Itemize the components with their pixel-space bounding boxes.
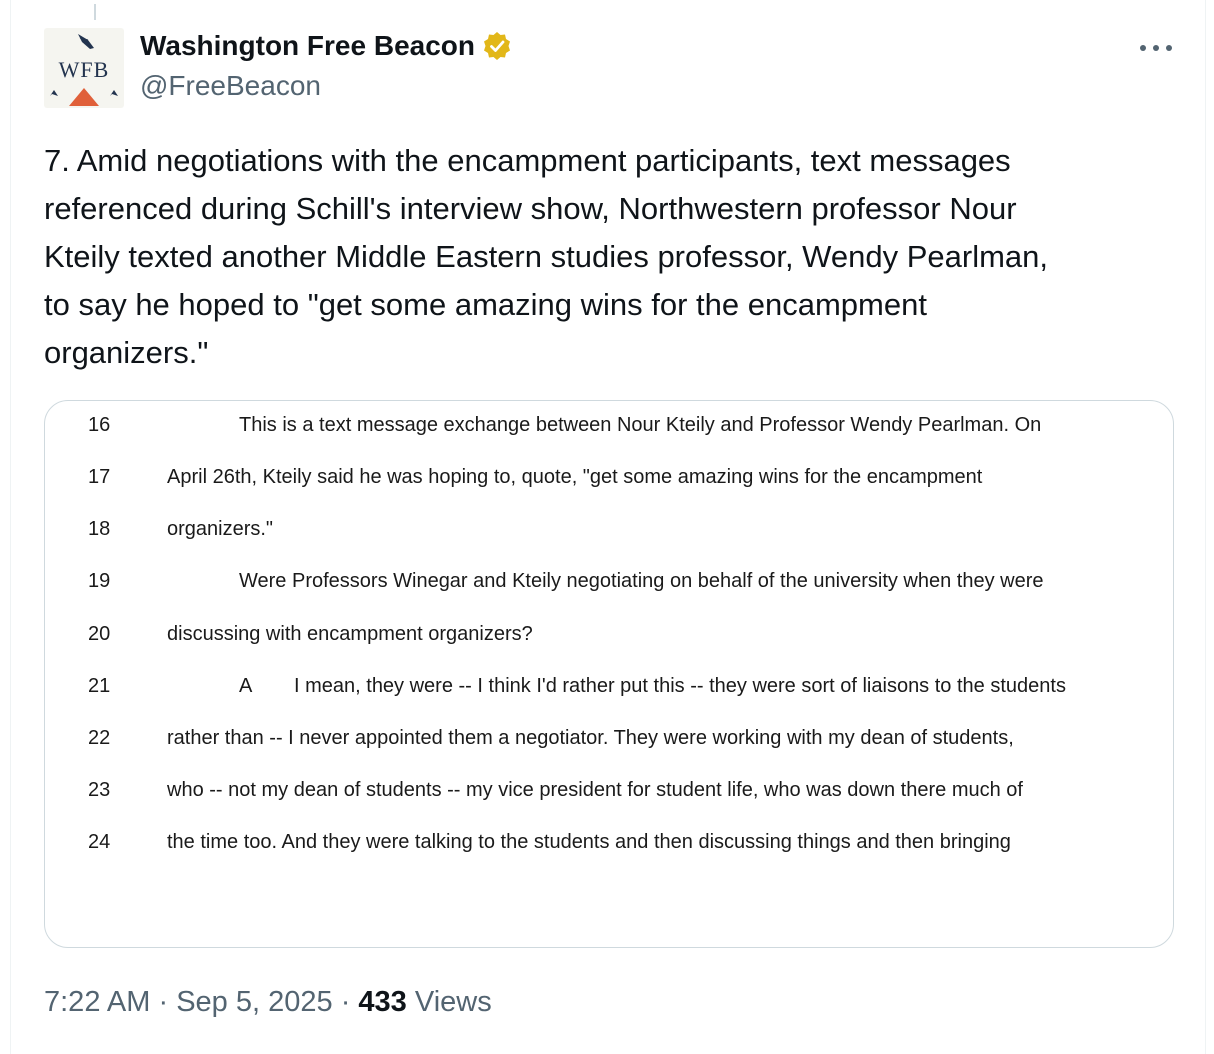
line-text: April 26th, Kteily said he was hoping to… xyxy=(167,466,983,488)
line-text: the time too. And they were talking to t… xyxy=(167,831,1011,853)
views-label[interactable]: Views xyxy=(415,986,492,1018)
line-number: 23 xyxy=(88,779,111,801)
line-text: rather than -- I never appointed them a … xyxy=(167,727,1014,749)
line-text: I mean, they were -- I think I'd rather … xyxy=(294,675,1066,697)
author-name[interactable]: Washington Free Beacon xyxy=(140,30,513,62)
thread-connector-line xyxy=(94,4,96,20)
line-number: 16 xyxy=(88,414,111,436)
line-text: organizers." xyxy=(167,518,274,540)
line-number: 22 xyxy=(88,727,111,749)
line-number: 21 xyxy=(88,675,111,697)
tweet-text-line: referenced during Schill's interview sho… xyxy=(44,191,1017,226)
avatar-logo-text: WFB xyxy=(58,57,110,82)
author-name-label: Washington Free Beacon xyxy=(140,30,476,61)
tweet-text-line: Kteily texted another Middle Eastern stu… xyxy=(44,239,1049,274)
line-number: 17 xyxy=(88,466,111,488)
line-number: 20 xyxy=(88,623,111,645)
transcript-image[interactable]: 16 This is a text message exchange betwe… xyxy=(44,400,1174,948)
more-dot xyxy=(1166,45,1172,51)
more-options-icon[interactable] xyxy=(1140,34,1172,62)
line-number: 24 xyxy=(88,831,111,853)
tweet-text-line: organizers." xyxy=(44,335,209,370)
more-dot xyxy=(1153,45,1159,51)
separator-dot: · xyxy=(158,986,169,1018)
line-text: Were Professors Winegar and Kteily negot… xyxy=(239,570,1044,592)
more-dot xyxy=(1140,45,1146,51)
author-handle[interactable]: @FreeBeacon xyxy=(140,70,321,102)
line-number: 19 xyxy=(88,570,111,592)
tweet-time[interactable]: 7:22 AM xyxy=(44,986,150,1018)
speaker-label: A xyxy=(239,675,253,697)
separator-dot: · xyxy=(340,986,351,1018)
line-text: discussing with encampment organizers? xyxy=(167,623,533,645)
line-text: who -- not my dean of students -- my vic… xyxy=(167,779,1023,801)
line-text: This is a text message exchange between … xyxy=(239,414,1042,436)
tweet-text: 7. Amid negotiations with the encampment… xyxy=(44,137,1184,377)
views-count[interactable]: 433 xyxy=(358,986,406,1018)
tweet-text-line: 7. Amid negotiations with the encampment… xyxy=(44,143,1011,178)
line-number: 18 xyxy=(88,518,111,540)
verified-badge-icon[interactable] xyxy=(481,30,513,62)
avatar[interactable]: WFB xyxy=(44,28,124,108)
tweet-timestamp: 7:22 AM · Sep 5, 2025 · 433 Views xyxy=(44,986,492,1019)
tweet-text-line: to say he hoped to "get some amazing win… xyxy=(44,287,927,322)
tweet-date[interactable]: Sep 5, 2025 xyxy=(176,986,332,1018)
